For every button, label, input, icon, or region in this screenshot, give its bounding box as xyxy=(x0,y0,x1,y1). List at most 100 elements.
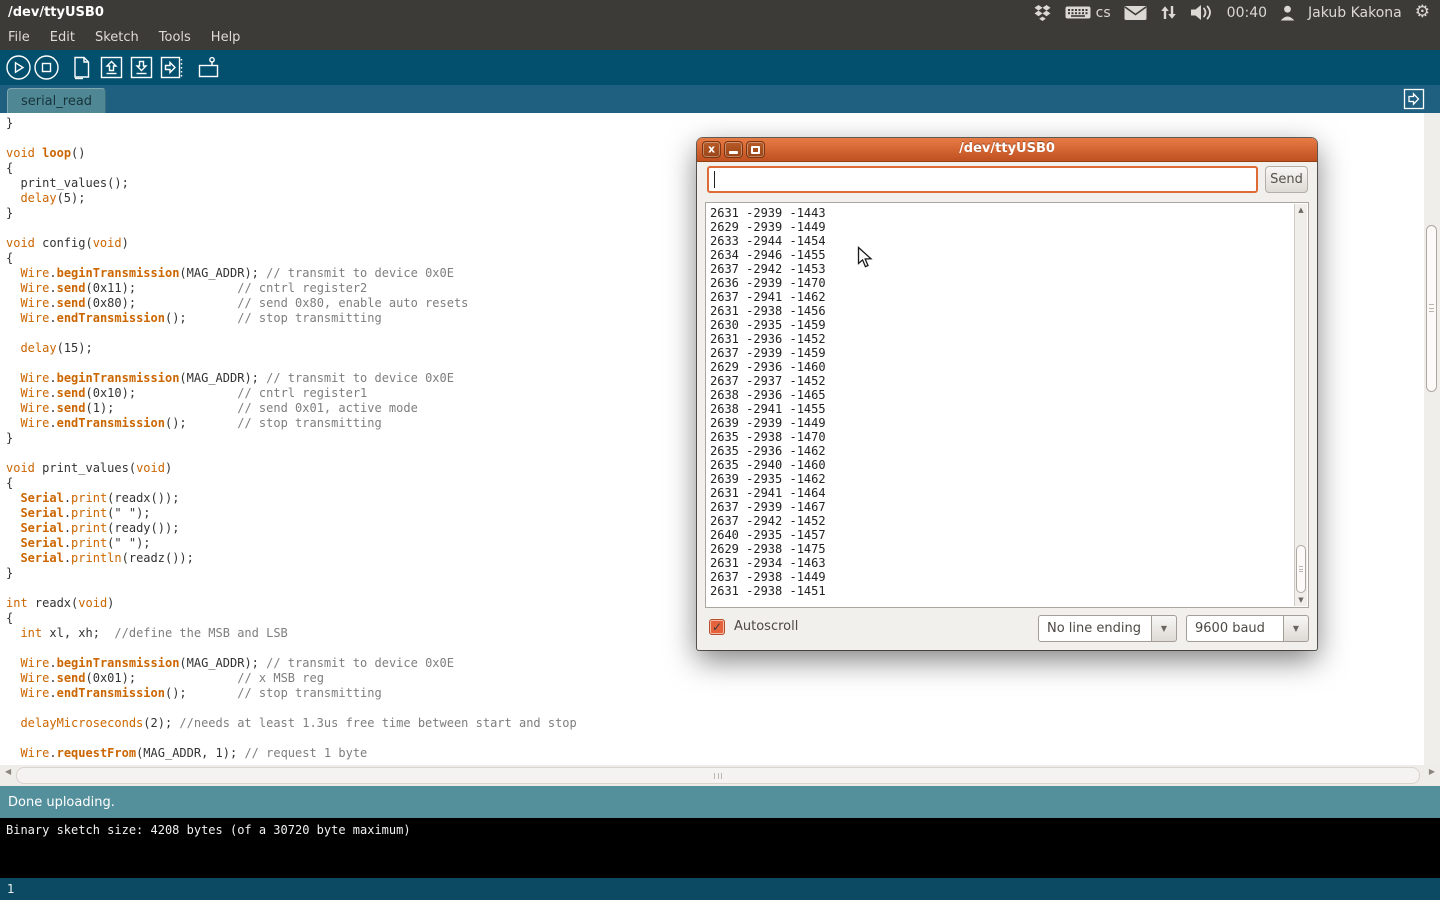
serial-monitor-toggle-button[interactable] xyxy=(1403,88,1425,110)
system-tray: cs 00:40 Jakub Kakona ⚙ xyxy=(1033,0,1440,25)
menu-bar: File Edit Sketch Tools Help xyxy=(0,25,1440,50)
open-icon xyxy=(99,55,124,80)
user-name[interactable]: Jakub Kakona xyxy=(1308,5,1402,21)
line-ending-dropdown-button[interactable]: ▼ xyxy=(1152,615,1177,642)
network-updown-icon[interactable] xyxy=(1160,4,1177,21)
line-number-indicator: 1 xyxy=(0,878,1440,900)
serial-data-line: 2637 -2939 -1459 xyxy=(710,346,1308,360)
serial-monitor-button[interactable] xyxy=(195,54,222,81)
code-line: } xyxy=(6,116,1424,131)
volume-icon[interactable] xyxy=(1190,4,1214,21)
active-window-title: /dev/ttyUSB0 xyxy=(0,5,104,20)
serial-data-line: 2639 -2939 -1449 xyxy=(710,416,1308,430)
code-line: Wire.endTransmission(); // stop transmit… xyxy=(6,686,1424,701)
serial-data-line: 2635 -2940 -1460 xyxy=(710,458,1308,472)
serial-data-line: 2631 -2938 -1451 xyxy=(710,584,1308,598)
menu-file[interactable]: File xyxy=(8,30,30,45)
session-gear-icon[interactable]: ⚙ xyxy=(1415,4,1430,21)
autoscroll-label: Autoscroll xyxy=(734,619,798,634)
serial-data-line: 2637 -2938 -1449 xyxy=(710,570,1308,584)
baud-rate-select[interactable]: 9600 baud xyxy=(1186,615,1284,642)
toolbar xyxy=(0,50,1440,85)
serial-data-line: 2631 -2936 -1452 xyxy=(710,332,1308,346)
keyboard-layout-label[interactable]: cs xyxy=(1096,5,1111,21)
new-file-icon xyxy=(69,55,94,80)
stop-icon xyxy=(33,54,60,81)
code-line: Wire.beginTransmission(MAG_ADDR); // tra… xyxy=(6,656,1424,671)
vertical-scroll-thumb[interactable] xyxy=(1426,225,1437,392)
mouse-cursor xyxy=(857,246,874,269)
serial-output[interactable]: 2631 -2939 -14432629 -2939 -14492633 -29… xyxy=(705,202,1309,608)
serial-data-line: 2637 -2939 -1467 xyxy=(710,500,1308,514)
serial-data-line: 2631 -2934 -1463 xyxy=(710,556,1308,570)
new-sketch-button[interactable] xyxy=(68,54,95,81)
screen: /dev/ttyUSB0 cs 00:40 Jakub Kakona ⚙ Fil… xyxy=(0,0,1440,900)
code-line: Wire.requestFrom(MAG_ADDR, 1); // reques… xyxy=(6,746,1424,761)
mail-icon[interactable] xyxy=(1124,5,1147,21)
serial-data-line: 2640 -2935 -1457 xyxy=(710,528,1308,542)
serial-data-line: 2629 -2939 -1449 xyxy=(710,220,1308,234)
serial-data-line: 2638 -2936 -1465 xyxy=(710,388,1308,402)
tab-serial-read[interactable]: serial_read xyxy=(7,88,106,113)
serial-data-line: 2631 -2941 -1464 xyxy=(710,486,1308,500)
upload-button[interactable] xyxy=(158,54,185,81)
editor-horizontal-scrollbar[interactable]: ◀ ▶ xyxy=(0,765,1440,786)
tab-label: serial_read xyxy=(21,94,92,109)
serial-monitor-controls: ✓ Autoscroll No line ending ▼ 9600 baud … xyxy=(697,615,1317,645)
keyboard-layout-icon[interactable] xyxy=(1065,5,1091,20)
autoscroll-checkbox[interactable]: ✓ xyxy=(709,619,725,635)
scroll-left-arrow-icon[interactable]: ◀ xyxy=(5,767,11,776)
serial-data-line: 2636 -2939 -1470 xyxy=(710,276,1308,290)
menu-help[interactable]: Help xyxy=(211,30,241,45)
stop-button[interactable] xyxy=(33,54,60,81)
serial-data-line: 2637 -2937 -1452 xyxy=(710,374,1308,388)
save-icon xyxy=(129,55,154,80)
top-panel: /dev/ttyUSB0 cs 00:40 Jakub Kakona ⚙ xyxy=(0,0,1440,25)
serial-data-line: 2630 -2935 -1459 xyxy=(710,318,1308,332)
serial-data-line: 2635 -2936 -1462 xyxy=(710,444,1308,458)
serial-monitor-window: x /dev/ttyUSB0 Send 2631 -2939 -14432629… xyxy=(697,138,1317,650)
serial-data-line: 2637 -2942 -1453 xyxy=(710,262,1308,276)
chevron-down-icon: ▼ xyxy=(1293,624,1299,633)
text-caret xyxy=(714,171,715,188)
save-sketch-button[interactable] xyxy=(128,54,155,81)
menu-tools[interactable]: Tools xyxy=(159,30,191,45)
clock[interactable]: 00:40 xyxy=(1227,5,1267,21)
verify-icon xyxy=(5,54,32,81)
serial-data-line: 2635 -2938 -1470 xyxy=(710,430,1308,444)
menu-sketch[interactable]: Sketch xyxy=(95,30,139,45)
scroll-up-arrow-icon[interactable]: ▲ xyxy=(1295,206,1307,214)
code-line xyxy=(6,701,1424,716)
serial-data-line: 2639 -2935 -1462 xyxy=(710,472,1308,486)
line-ending-select[interactable]: No line ending xyxy=(1038,615,1152,642)
serial-data-line: 2634 -2946 -1455 xyxy=(710,248,1308,262)
scroll-right-arrow-icon[interactable]: ▶ xyxy=(1429,767,1435,776)
serial-data-line: 2631 -2939 -1443 xyxy=(710,206,1308,220)
open-sketch-button[interactable] xyxy=(98,54,125,81)
scroll-down-arrow-icon[interactable]: ▼ xyxy=(1295,596,1307,604)
status-bar: Done uploading. xyxy=(0,786,1440,818)
editor-vertical-scrollbar[interactable] xyxy=(1424,113,1440,765)
serial-input[interactable] xyxy=(707,166,1258,193)
serial-data-line: 2638 -2941 -1455 xyxy=(710,402,1308,416)
serial-scroll-thumb[interactable] xyxy=(1296,545,1306,593)
serial-data-line: 2637 -2941 -1462 xyxy=(710,290,1308,304)
menu-edit[interactable]: Edit xyxy=(50,30,75,45)
check-icon: ✓ xyxy=(712,620,722,634)
verify-button[interactable] xyxy=(5,54,32,81)
serial-data-line: 2629 -2936 -1460 xyxy=(710,360,1308,374)
console-line: Binary sketch size: 4208 bytes (of a 307… xyxy=(6,823,1440,837)
right-arrow-icon xyxy=(1403,88,1425,110)
horizontal-scroll-thumb[interactable] xyxy=(16,767,1420,784)
dropbox-icon[interactable] xyxy=(1033,4,1052,21)
user-icon xyxy=(1280,5,1295,21)
code-line: delayMicroseconds(2); //needs at least 1… xyxy=(6,716,1424,731)
baud-rate-dropdown-button[interactable]: ▼ xyxy=(1284,615,1309,642)
code-line: Wire.send(0x01); // x MSB reg xyxy=(6,671,1424,686)
send-button[interactable]: Send xyxy=(1265,166,1308,193)
serial-output-scrollbar[interactable]: ▲ ▼ xyxy=(1294,204,1307,606)
tab-bar: serial_read xyxy=(0,85,1440,113)
serial-monitor-titlebar[interactable]: x /dev/ttyUSB0 xyxy=(697,138,1317,162)
serial-data-line: 2633 -2944 -1454 xyxy=(710,234,1308,248)
serial-data-line: 2637 -2942 -1452 xyxy=(710,514,1308,528)
